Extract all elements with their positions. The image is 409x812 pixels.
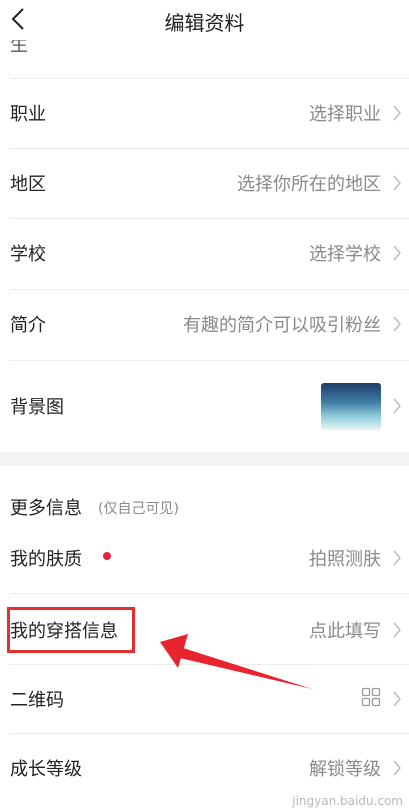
profile-row-skin[interactable]: 我的肤质 拍照测肤 [0, 523, 409, 593]
chevron-right-icon [393, 622, 401, 638]
chevron-right-icon [393, 398, 401, 414]
divider [10, 360, 409, 361]
row-value: 解锁等级 [309, 759, 381, 780]
section-title: 更多信息 [10, 498, 82, 519]
partial-row-label: 生日 [10, 40, 28, 54]
divider [10, 593, 409, 594]
watermark: jingyan.baidu.com [292, 794, 403, 808]
row-label: 二维码 [10, 690, 64, 711]
row-label: 简介 [10, 315, 46, 336]
row-label: 地区 [10, 174, 46, 195]
qr-grid-icon [361, 687, 381, 707]
row-value: 有趣的简介可以吸引粉丝 [183, 315, 381, 336]
chevron-right-icon [393, 175, 401, 191]
chevron-right-icon [393, 550, 401, 566]
profile-row-level[interactable]: 成长等级 解锁等级 [0, 733, 409, 803]
background-thumbnail[interactable] [321, 383, 381, 430]
section-gap [0, 452, 409, 466]
profile-row-qrcode[interactable]: 二维码 [0, 664, 409, 734]
chevron-right-icon [393, 105, 401, 121]
chevron-right-icon [393, 316, 401, 332]
highlight-box [7, 607, 135, 653]
profile-row-job[interactable]: 职业 选择职业 [0, 78, 409, 148]
row-value: 选择职业 [309, 104, 381, 125]
chevron-right-icon [393, 760, 401, 776]
page-title: 编辑资料 [164, 11, 245, 35]
row-value: 拍照测肤 [309, 549, 381, 570]
profile-row-region[interactable]: 地区 选择你所在的地区 [0, 148, 409, 218]
row-value: 选择学校 [309, 244, 381, 265]
section-hint: (仅自己可见) [98, 501, 179, 517]
row-label: 学校 [10, 244, 46, 265]
profile-row-intro[interactable]: 简介 有趣的简介可以吸引粉丝 [0, 289, 409, 359]
row-value: 选择你所在的地区 [237, 174, 381, 195]
top-bar: 编辑资料 [0, 0, 409, 40]
row-label: 职业 [10, 104, 46, 125]
chevron-right-icon [393, 691, 401, 707]
profile-row-school[interactable]: 学校 选择学校 [0, 218, 409, 288]
chevron-right-icon [393, 245, 401, 261]
row-label: 成长等级 [10, 759, 82, 780]
new-badge-dot [103, 552, 111, 560]
row-value: 点此填写 [309, 621, 381, 642]
row-label: 背景图 [10, 397, 64, 418]
row-label: 我的肤质 [10, 549, 82, 570]
